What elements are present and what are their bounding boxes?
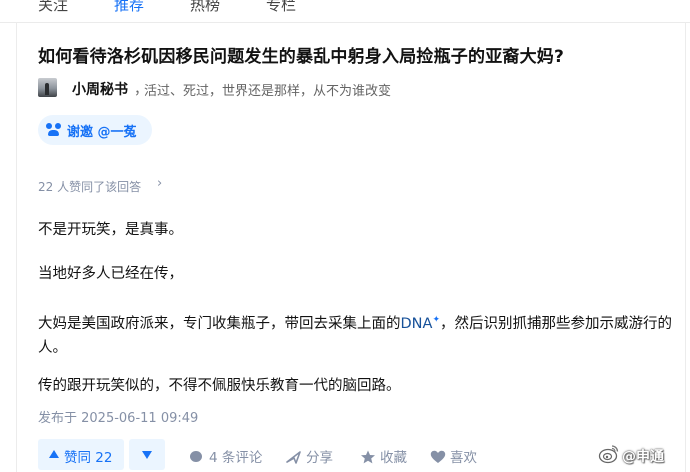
share-label: 分享 (306, 450, 333, 466)
invite-badge[interactable]: 谢邀 @一菟 (38, 115, 152, 145)
sparkle-icon: ✦ (432, 315, 440, 325)
favorite-label: 收藏 (380, 450, 407, 466)
answer-paragraph: 当地好多人已经在传， (38, 266, 183, 282)
card-border-left (16, 22, 17, 472)
top-navigation: 关注 推荐 热榜 专栏 (0, 0, 690, 23)
answer-paragraph: 不是开玩笑，是真事。 (38, 222, 183, 238)
action-bar: 赞同 22 4 条评论 分享 收藏 喜欢 (38, 439, 690, 471)
tab-column[interactable]: 专栏 (266, 0, 296, 15)
tab-hot[interactable]: 热榜 (190, 0, 220, 15)
dna-link[interactable]: DNA (401, 316, 433, 332)
watermark-text: @申通 (622, 449, 664, 465)
downvote-button[interactable] (129, 439, 165, 470)
comment-button[interactable]: 4 条评论 (189, 446, 262, 466)
comment-label: 4 条评论 (209, 450, 263, 466)
weibo-logo-icon (598, 443, 620, 465)
upvote-label: 赞同 22 (64, 450, 113, 466)
users-icon (46, 123, 62, 137)
triangle-up-icon (49, 450, 59, 458)
tab-recommend[interactable]: 推荐 (114, 0, 144, 15)
tab-following[interactable]: 关注 (38, 0, 68, 15)
author-name[interactable]: 小周秘书 (72, 79, 128, 99)
likes-summary[interactable]: 22 人赞同了该回答 (38, 178, 141, 195)
like-label: 喜欢 (450, 450, 477, 466)
like-button[interactable]: 喜欢 (430, 446, 477, 466)
question-title[interactable]: 如何看待洛杉矶因移民问题发生的暴乱中躬身入局捡瓶子的亚裔大妈? (38, 42, 564, 67)
comment-icon (189, 450, 205, 464)
author-bio: 活过、死过，世界还是那样，从不为谁改变 (144, 84, 392, 99)
favorite-button[interactable]: 收藏 (360, 446, 407, 466)
share-button[interactable]: 分享 (286, 446, 333, 466)
share-icon (286, 450, 302, 464)
answer-paragraph: 传的跟开玩笑似的，不得不佩服快乐教育一代的脑回路。 (38, 378, 401, 394)
heart-icon (430, 450, 446, 464)
upvote-button[interactable]: 赞同 22 (38, 439, 124, 470)
star-icon (360, 450, 376, 464)
avatar[interactable] (38, 78, 57, 97)
answer-paragraph: 大妈是美国政府派来，专门收集瓶子，带回去采集上面的DNA✦，然后识别抓捕那些参加… (38, 308, 686, 360)
card-border-right (685, 22, 686, 472)
publish-time: 发布于 2025-06-11 09:49 (38, 411, 199, 426)
chevron-right-icon: › (157, 176, 163, 191)
watermark: @申通 (598, 443, 688, 467)
triangle-down-icon (142, 451, 152, 459)
invite-label: 谢邀 @一菟 (67, 125, 137, 140)
answer-text: 大妈是美国政府派来，专门收集瓶子，带回去采集上面的 (38, 315, 401, 332)
